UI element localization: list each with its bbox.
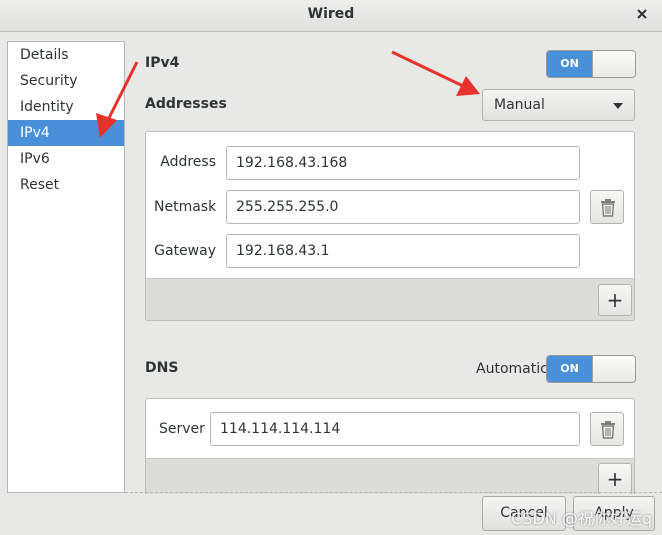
netmask-field[interactable]: 255.255.255.0 <box>226 190 580 224</box>
dns-automatic-label: Automatic <box>476 361 548 377</box>
add-address-button[interactable]: + <box>598 284 632 316</box>
settings-sidebar: Details Security Identity IPv4 IPv6 Rese… <box>7 41 125 493</box>
sidebar-item-identity[interactable]: Identity <box>8 94 124 120</box>
address-label: Address <box>160 154 216 170</box>
ipv4-toggle-knob <box>592 51 635 77</box>
addresses-method-value: Manual <box>494 97 545 113</box>
addresses-panel-footer: + <box>146 278 634 320</box>
netmask-label: Netmask <box>154 199 217 215</box>
address-field[interactable]: 192.168.43.168 <box>226 146 580 180</box>
dns-panel-footer: + <box>146 458 634 494</box>
server-label: Server <box>159 421 205 437</box>
gateway-field[interactable]: 192.168.43.1 <box>226 234 580 268</box>
watermark: CSDN @祝你好运q <box>511 509 652 528</box>
dns-toggle-on-label: ON <box>547 356 592 382</box>
trash-icon <box>601 199 615 217</box>
ipv4-toggle-on-label: ON <box>547 51 592 77</box>
dns-title: DNS <box>145 360 179 376</box>
dns-automatic-toggle[interactable]: ON <box>546 355 636 383</box>
dns-panel: Server 114.114.114.114 + <box>145 398 635 494</box>
content-divider <box>125 492 662 493</box>
ipv4-title: IPv4 <box>145 55 180 71</box>
addresses-label: Addresses <box>145 96 227 112</box>
dns-server-field[interactable]: 114.114.114.114 <box>210 412 580 446</box>
sidebar-item-ipv4[interactable]: IPv4 <box>8 120 124 146</box>
sidebar-item-security[interactable]: Security <box>8 68 124 94</box>
close-icon[interactable] <box>634 6 650 22</box>
ipv4-toggle[interactable]: ON <box>546 50 636 78</box>
annotation-arrow-manual <box>391 50 480 96</box>
window-title: Wired <box>307 6 355 22</box>
sidebar-item-details[interactable]: Details <box>8 42 124 68</box>
gateway-label: Gateway <box>154 243 216 259</box>
trash-icon <box>601 421 615 439</box>
sidebar-item-ipv6[interactable]: IPv6 <box>8 146 124 172</box>
add-dns-button[interactable]: + <box>598 463 632 494</box>
addresses-method-dropdown[interactable]: Manual <box>482 89 635 121</box>
chevron-down-icon <box>613 103 623 109</box>
delete-address-button[interactable] <box>590 190 624 224</box>
addresses-panel: Address 192.168.43.168 Netmask 255.255.2… <box>145 131 635 321</box>
delete-dns-button[interactable] <box>590 412 624 446</box>
title-bar: Wired <box>0 0 662 32</box>
dns-toggle-knob <box>592 356 635 382</box>
sidebar-item-reset[interactable]: Reset <box>8 172 124 198</box>
